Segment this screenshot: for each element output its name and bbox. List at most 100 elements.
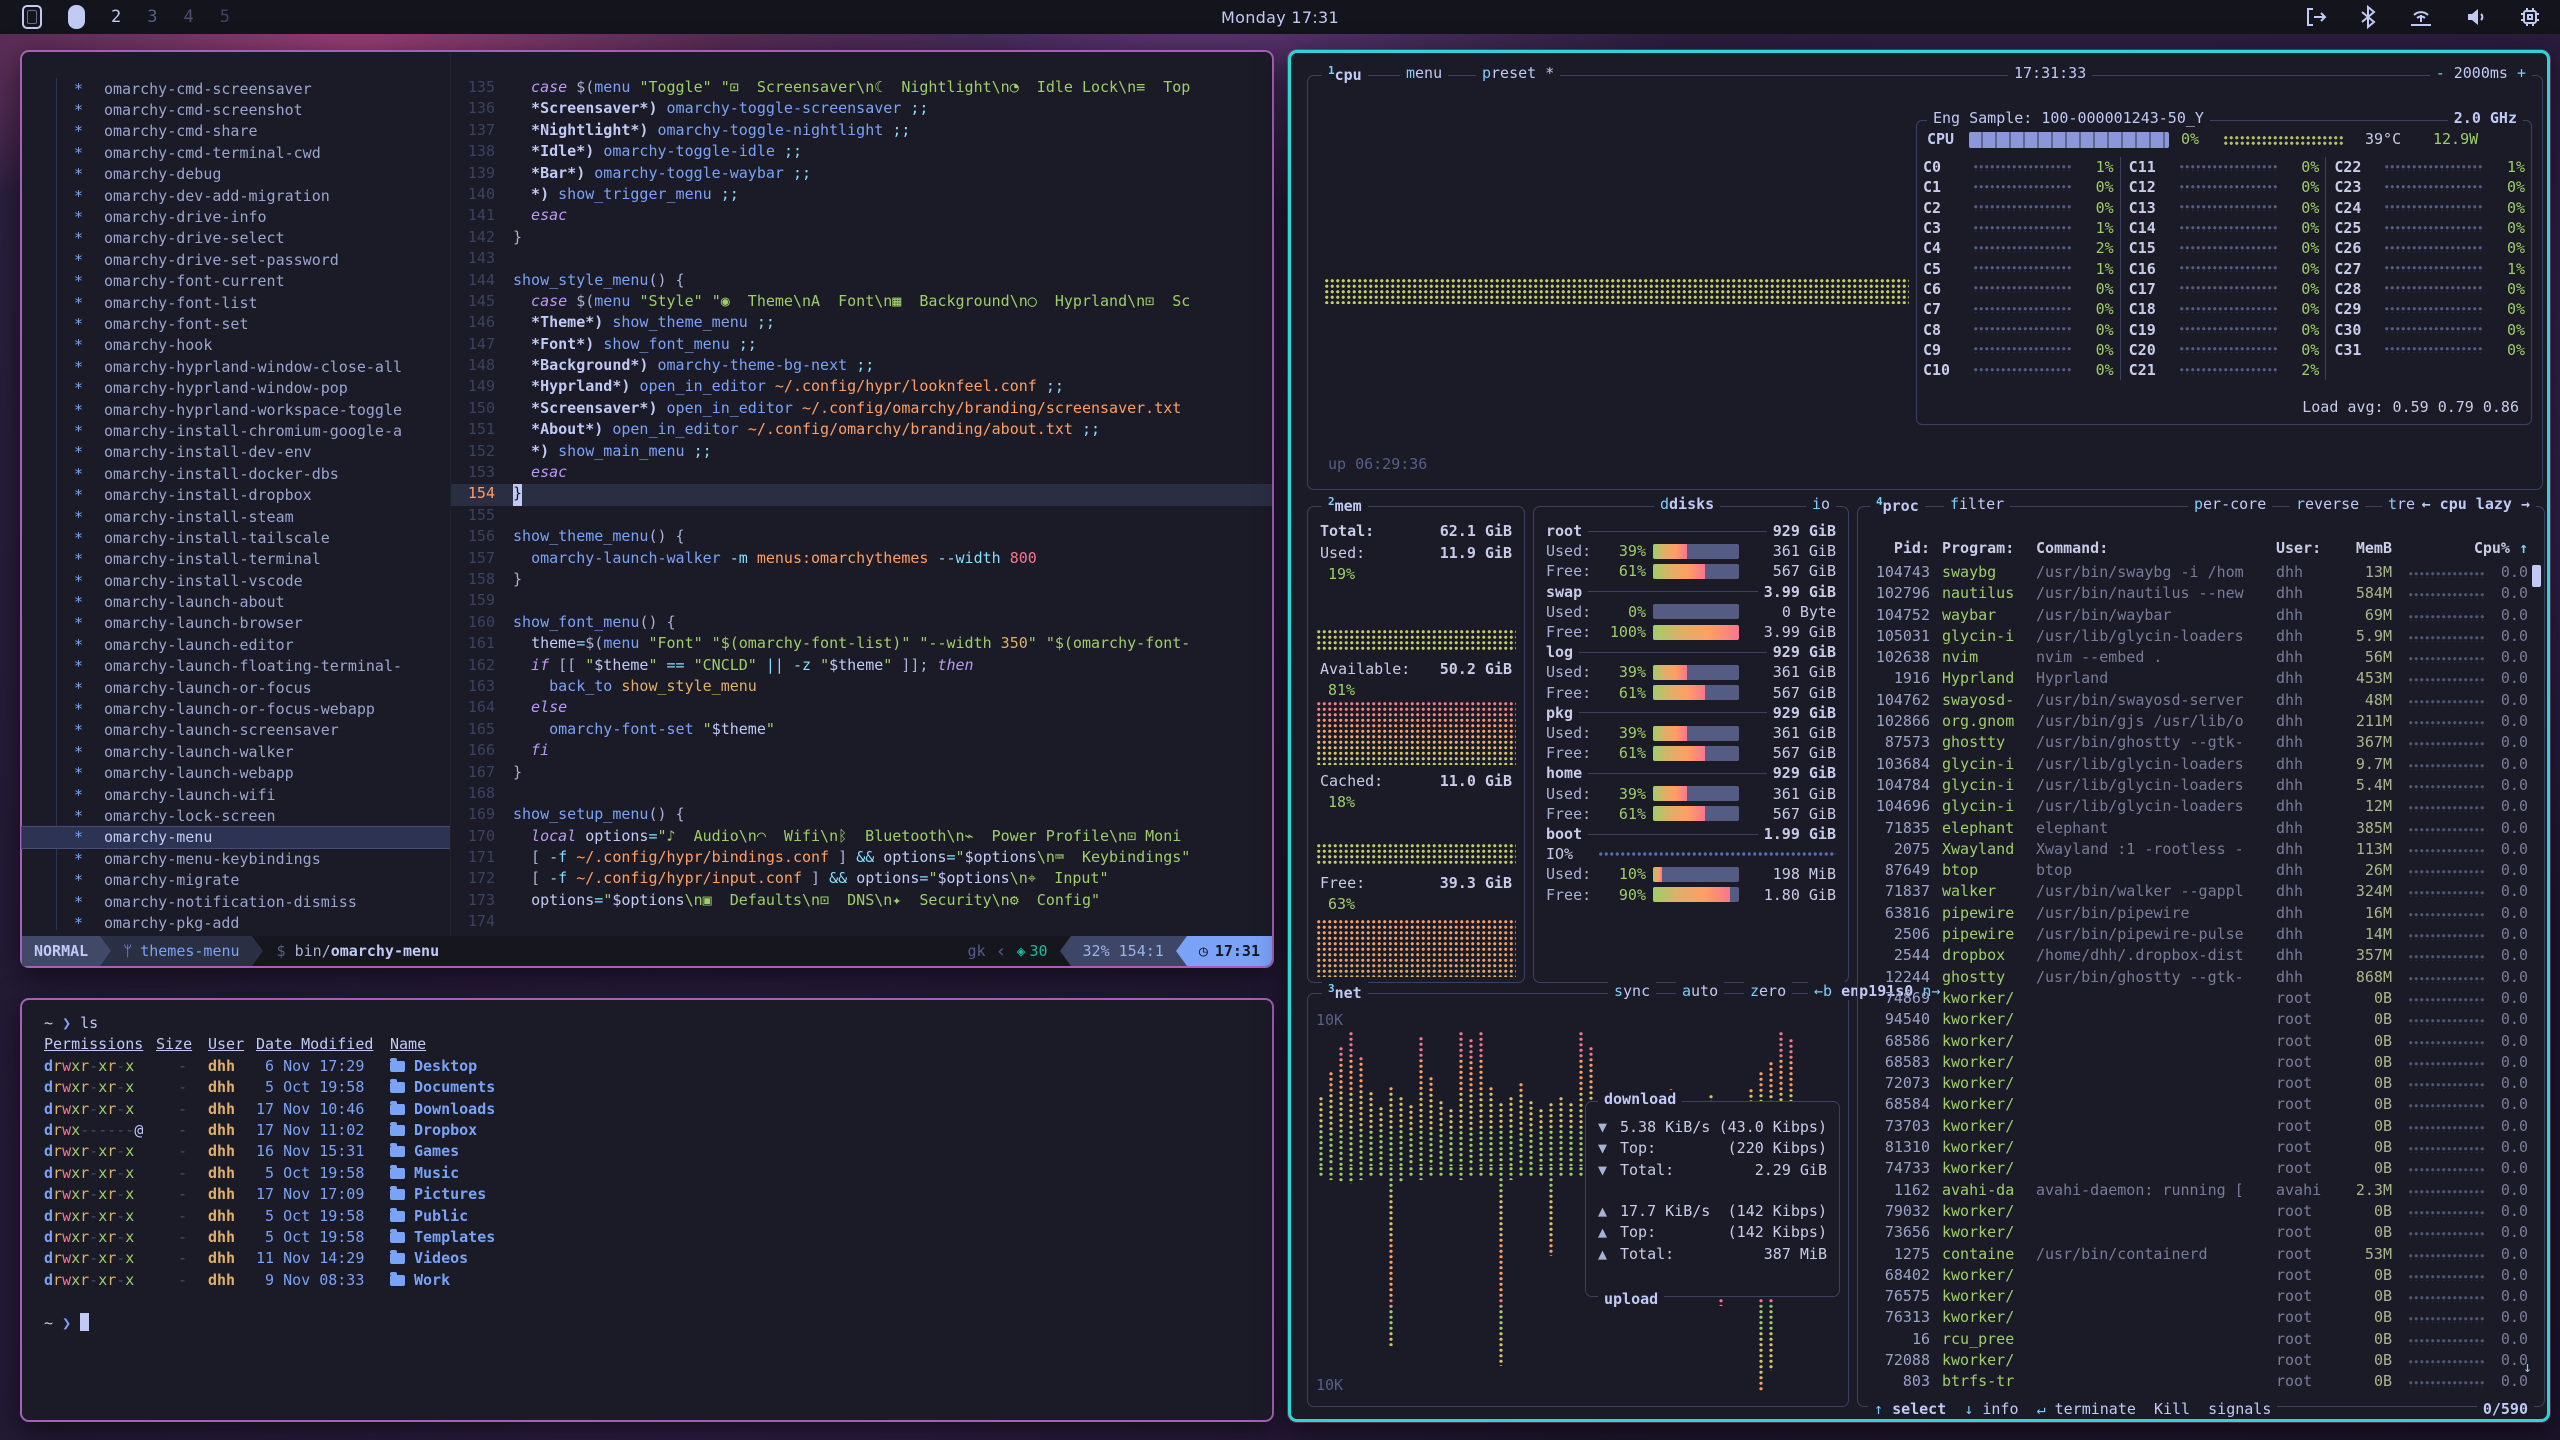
bluetooth-icon[interactable] <box>2358 5 2378 29</box>
sync-button[interactable]: sync <box>1608 982 1656 1000</box>
process-row[interactable]: 104696glycin-i/usr/lib/glycin-loadersdhh… <box>1864 797 2538 818</box>
disk-usage-row[interactable]: Free:100%3.99 GiB <box>1546 622 1836 642</box>
process-row[interactable]: 81310kworker/root0B0.0 <box>1864 1138 2538 1159</box>
app-launcher-icon[interactable] <box>22 5 42 29</box>
zero-button[interactable]: zero <box>1744 982 1792 1000</box>
editor-window[interactable]: *omarchy-cmd-screensaver*omarchy-cmd-scr… <box>20 50 1274 968</box>
process-row[interactable]: 63816pipewire/usr/bin/pipewiredhh16M0.0 <box>1864 904 2538 925</box>
process-row[interactable]: 16rcu_preeroot0B0.0 <box>1864 1330 2538 1351</box>
terminal-output[interactable]: ~ ❯ lsPermissionsSizeUserDate ModifiedNa… <box>38 1014 1262 1335</box>
menu-button[interactable]: menu <box>1400 64 1448 82</box>
process-row[interactable]: 68586kworker/root0B0.0 <box>1864 1032 2538 1053</box>
scroll-down-icon[interactable]: ↓ <box>2523 1357 2532 1378</box>
scrollbar-thumb[interactable] <box>2532 565 2541 587</box>
disk-usage-row[interactable]: Used:10%198 MiB <box>1546 864 1836 884</box>
file-list-item[interactable]: *omarchy-launch-webapp <box>22 763 450 784</box>
process-row[interactable]: 71837walker/usr/bin/walker --gappldhh324… <box>1864 882 2538 903</box>
file-list-item[interactable]: *omarchy-hook <box>22 335 450 356</box>
process-row[interactable]: 104762swayosd-/usr/bin/swayosd-serverdhh… <box>1864 691 2538 712</box>
process-row[interactable]: 68402kworker/root0B0.0 <box>1864 1266 2538 1287</box>
process-row[interactable]: 68584kworker/root0B0.0 <box>1864 1095 2538 1116</box>
process-panel-title[interactable]: 4proc <box>1870 495 1925 515</box>
file-list-item[interactable]: *omarchy-notification-dismiss <box>22 891 450 912</box>
col-mem[interactable]: MemB <box>2330 539 2392 557</box>
volume-icon[interactable] <box>2464 5 2488 29</box>
file-list-item[interactable]: *omarchy-launch-floating-terminal- <box>22 656 450 677</box>
network-panel-title[interactable]: 3net <box>1322 982 1368 1002</box>
file-list-item[interactable]: *omarchy-font-list <box>22 292 450 313</box>
process-row[interactable]: 1162avahi-daavahi-daemon: running [avahi… <box>1864 1181 2538 1202</box>
file-list-item[interactable]: *omarchy-install-dropbox <box>22 484 450 505</box>
file-list-item[interactable]: *omarchy-launch-about <box>22 591 450 612</box>
file-list-item[interactable]: *omarchy-menu-keybindings <box>22 848 450 869</box>
disk-usage-row[interactable]: Used:39%361 GiB <box>1546 723 1836 743</box>
process-row[interactable]: 2075XwaylandXwayland :1 -rootless -dhh11… <box>1864 840 2538 861</box>
file-list[interactable]: *omarchy-cmd-screensaver*omarchy-cmd-scr… <box>22 78 450 934</box>
process-row[interactable]: 102866org.gnom/usr/bin/gjs /usr/lib/odhh… <box>1864 712 2538 733</box>
file-list-item[interactable]: *omarchy-install-terminal <box>22 549 450 570</box>
process-row[interactable]: 94540kworker/root0B0.0 <box>1864 1010 2538 1031</box>
process-row[interactable]: 71835elephantelephantdhh385M0.0 <box>1864 819 2538 840</box>
file-list-item[interactable]: *omarchy-lock-screen <box>22 805 450 826</box>
auto-button[interactable]: auto <box>1676 982 1724 1000</box>
process-row[interactable]: 2506pipewire/usr/bin/pipewire-pulsedhh14… <box>1864 925 2538 946</box>
file-list-item[interactable]: *omarchy-install-chromium-google-a <box>22 420 450 441</box>
file-list-item[interactable]: *omarchy-font-current <box>22 271 450 292</box>
process-row[interactable]: 76313kworker/root0B0.0 <box>1864 1308 2538 1329</box>
file-list-item[interactable]: *omarchy-install-vscode <box>22 570 450 591</box>
process-row[interactable]: 102638nvimnvim --embed .dhh56M0.0 <box>1864 648 2538 669</box>
reverse-button[interactable]: reverse <box>2290 495 2365 513</box>
file-list-item[interactable]: *omarchy-drive-set-password <box>22 249 450 270</box>
col-command[interactable]: Command: <box>2036 539 2108 557</box>
file-list-item[interactable]: *omarchy-install-steam <box>22 506 450 527</box>
process-row[interactable]: 1275containe/usr/bin/containerdroot53M0.… <box>1864 1245 2538 1266</box>
file-list-item[interactable]: *omarchy-cmd-share <box>22 121 450 142</box>
disk-usage-row[interactable]: Free:61%567 GiB <box>1546 561 1836 581</box>
file-list-item[interactable]: *omarchy-cmd-terminal-cwd <box>22 142 450 163</box>
workspace-4[interactable]: 4 <box>184 7 194 27</box>
disk-usage-row[interactable]: Used:39%361 GiB <box>1546 541 1836 561</box>
disks-panel-title[interactable]: ddisks <box>1654 495 1720 513</box>
preset-button[interactable]: preset * <box>1476 64 1560 82</box>
workspace-active-indicator[interactable] <box>68 5 85 29</box>
process-row[interactable]: 87573ghostty/usr/bin/ghostty --gtk-dhh36… <box>1864 733 2538 754</box>
process-row[interactable]: 104784glycin-i/usr/lib/glycin-loadersdhh… <box>1864 776 2538 797</box>
system-monitor-window[interactable]: 1cpu menu preset * 17:31:33 - 2000ms + u… <box>1288 50 2550 1422</box>
per-core-button[interactable]: per-core <box>2188 495 2272 513</box>
disk-usage-row[interactable]: Used:39%361 GiB <box>1546 662 1836 682</box>
col-pid[interactable]: Pid: <box>1864 539 1930 557</box>
process-row[interactable]: 68583kworker/root0B0.0 <box>1864 1053 2538 1074</box>
process-row[interactable]: 74733kworker/root0B0.0 <box>1864 1159 2538 1180</box>
sort-column-selector[interactable]: ← cpu lazy → <box>2416 495 2536 513</box>
logout-icon[interactable] <box>2304 5 2328 29</box>
file-list-item[interactable]: *omarchy-migrate <box>22 869 450 890</box>
file-list-item[interactable]: *omarchy-launch-wifi <box>22 784 450 805</box>
file-list-item[interactable]: *omarchy-menu <box>22 827 450 848</box>
file-list-item[interactable]: *omarchy-debug <box>22 164 450 185</box>
col-cpu[interactable]: Cpu% ↑ <box>2470 539 2528 557</box>
file-list-item[interactable]: *omarchy-install-dev-env <box>22 442 450 463</box>
file-list-item[interactable]: *omarchy-cmd-screenshot <box>22 99 450 120</box>
filter-button[interactable]: filter <box>1944 495 2010 513</box>
file-list-item[interactable]: *omarchy-drive-info <box>22 206 450 227</box>
file-list-item[interactable]: *omarchy-drive-select <box>22 228 450 249</box>
workspace-3[interactable]: 3 <box>147 7 157 27</box>
file-list-item[interactable]: *omarchy-launch-walker <box>22 741 450 762</box>
io-mode-button[interactable]: io <box>1806 495 1836 513</box>
process-row[interactable]: 87649btopbtopdhh26M0.0 <box>1864 861 2538 882</box>
file-list-item[interactable]: *omarchy-launch-browser <box>22 613 450 634</box>
process-row[interactable]: 72088kworker/root0B0.0 <box>1864 1351 2538 1372</box>
process-row[interactable]: 105031glycin-i/usr/lib/glycin-loadersdhh… <box>1864 627 2538 648</box>
process-row[interactable]: 104752waybar/usr/bin/waybardhh69M0.0 <box>1864 606 2538 627</box>
process-table[interactable]: 104743swaybg/usr/bin/swaybg -i /homdhh13… <box>1864 563 2538 1394</box>
chip-icon[interactable] <box>2518 5 2542 29</box>
workspace-5[interactable]: 5 <box>220 7 230 27</box>
terminal-window[interactable]: ~ ❯ lsPermissionsSizeUserDate ModifiedNa… <box>20 998 1274 1422</box>
file-list-item[interactable]: *omarchy-hyprland-workspace-toggle <box>22 399 450 420</box>
process-row[interactable]: 73703kworker/root0B0.0 <box>1864 1117 2538 1138</box>
workspace-2[interactable]: 2 <box>111 7 121 27</box>
file-list-item[interactable]: *omarchy-launch-screensaver <box>22 720 450 741</box>
process-row[interactable]: 73656kworker/root0B0.0 <box>1864 1223 2538 1244</box>
cpu-panel-title[interactable]: 1cpu <box>1322 64 1368 84</box>
process-row[interactable]: 1916HyprlandHyprlanddhh453M0.0 <box>1864 669 2538 690</box>
